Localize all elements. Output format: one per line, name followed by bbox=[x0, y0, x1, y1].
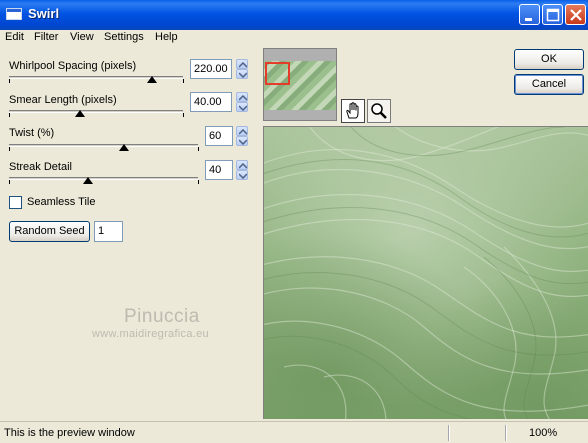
whirlpool-spacing-label: Whirlpool Spacing (pixels) bbox=[9, 60, 137, 72]
app-icon bbox=[6, 8, 22, 20]
arrow-up-icon bbox=[239, 163, 247, 169]
spin-down-button[interactable] bbox=[236, 170, 248, 180]
arrow-down-icon bbox=[239, 173, 247, 179]
minimize-button[interactable] bbox=[519, 4, 540, 25]
title-bar[interactable]: Swirl bbox=[0, 0, 588, 30]
streak-detail-slider[interactable] bbox=[9, 177, 198, 180]
zoom-level: 100% bbox=[529, 427, 558, 439]
twist-slider[interactable] bbox=[9, 144, 198, 147]
preview-window[interactable] bbox=[263, 126, 588, 419]
seamless-tile-label: Seamless Tile bbox=[27, 196, 96, 208]
arrow-up-icon bbox=[239, 129, 247, 135]
smear-length-slider[interactable] bbox=[9, 110, 183, 113]
close-button[interactable] bbox=[565, 4, 586, 25]
whirlpool-spacing-thumb[interactable] bbox=[147, 76, 157, 83]
magnifier-icon bbox=[371, 103, 387, 119]
spin-down-button[interactable] bbox=[236, 136, 248, 146]
maximize-icon bbox=[546, 8, 560, 22]
arrow-up-icon bbox=[239, 95, 247, 101]
streak-detail-thumb[interactable] bbox=[83, 177, 93, 184]
random-seed-button[interactable]: Random Seed bbox=[9, 221, 90, 242]
minimize-icon bbox=[525, 18, 532, 21]
arrow-down-icon bbox=[239, 105, 247, 111]
status-bar: This is the preview window 100% bbox=[0, 421, 588, 443]
whirlpool-spacing-input[interactable]: 220.00 bbox=[190, 59, 232, 79]
spin-up-button[interactable] bbox=[236, 126, 248, 136]
random-seed-input[interactable]: 1 bbox=[94, 221, 123, 242]
twist-spinner[interactable] bbox=[236, 126, 248, 146]
zoom-tool-button[interactable] bbox=[367, 99, 391, 123]
spin-up-button[interactable] bbox=[236, 160, 248, 170]
hand-pan-icon bbox=[346, 102, 359, 119]
spin-up-button[interactable] bbox=[236, 92, 248, 102]
window-title: Swirl bbox=[28, 6, 60, 21]
smear-length-spinner[interactable] bbox=[236, 92, 248, 112]
menu-view[interactable]: View bbox=[70, 31, 94, 43]
arrow-up-icon bbox=[239, 62, 247, 68]
swirl-preview-image bbox=[264, 127, 588, 419]
streak-detail-spinner[interactable] bbox=[236, 160, 248, 180]
pan-tool-button[interactable] bbox=[341, 99, 365, 123]
navigator-thumbnail[interactable] bbox=[263, 48, 337, 121]
viewport-selection[interactable] bbox=[265, 62, 290, 85]
spin-up-button[interactable] bbox=[236, 59, 248, 69]
menu-bar: Edit Filter View Settings Help bbox=[0, 30, 588, 47]
cancel-button[interactable]: Cancel bbox=[514, 74, 584, 95]
close-icon bbox=[570, 9, 582, 21]
smear-length-label: Smear Length (pixels) bbox=[9, 94, 117, 106]
maximize-button[interactable] bbox=[542, 4, 563, 25]
swirl-dialog: Swirl Edit Filter View Settings Help Whi… bbox=[0, 0, 588, 443]
smear-length-input[interactable]: 40.00 bbox=[190, 92, 232, 112]
arrow-down-icon bbox=[239, 72, 247, 78]
streak-detail-input[interactable]: 40 bbox=[205, 160, 233, 180]
watermark-site: www.maidiregrafica.eu bbox=[92, 328, 209, 340]
menu-help[interactable]: Help bbox=[155, 31, 178, 43]
spin-down-button[interactable] bbox=[236, 69, 248, 79]
smear-length-thumb[interactable] bbox=[75, 110, 85, 117]
whirlpool-spacing-spinner[interactable] bbox=[236, 59, 248, 79]
twist-input[interactable]: 60 bbox=[205, 126, 233, 146]
menu-settings[interactable]: Settings bbox=[104, 31, 144, 43]
menu-filter[interactable]: Filter bbox=[34, 31, 58, 43]
twist-label: Twist (%) bbox=[9, 127, 55, 139]
ok-button[interactable]: OK bbox=[514, 49, 584, 70]
twist-thumb[interactable] bbox=[119, 144, 129, 151]
seamless-tile-checkbox[interactable] bbox=[9, 196, 22, 209]
menu-edit[interactable]: Edit bbox=[5, 31, 24, 43]
arrow-down-icon bbox=[239, 139, 247, 145]
watermark-name: Pinuccia bbox=[124, 306, 200, 327]
spin-down-button[interactable] bbox=[236, 102, 248, 112]
streak-detail-label: Streak Detail bbox=[9, 161, 72, 173]
status-text: This is the preview window bbox=[4, 427, 135, 439]
